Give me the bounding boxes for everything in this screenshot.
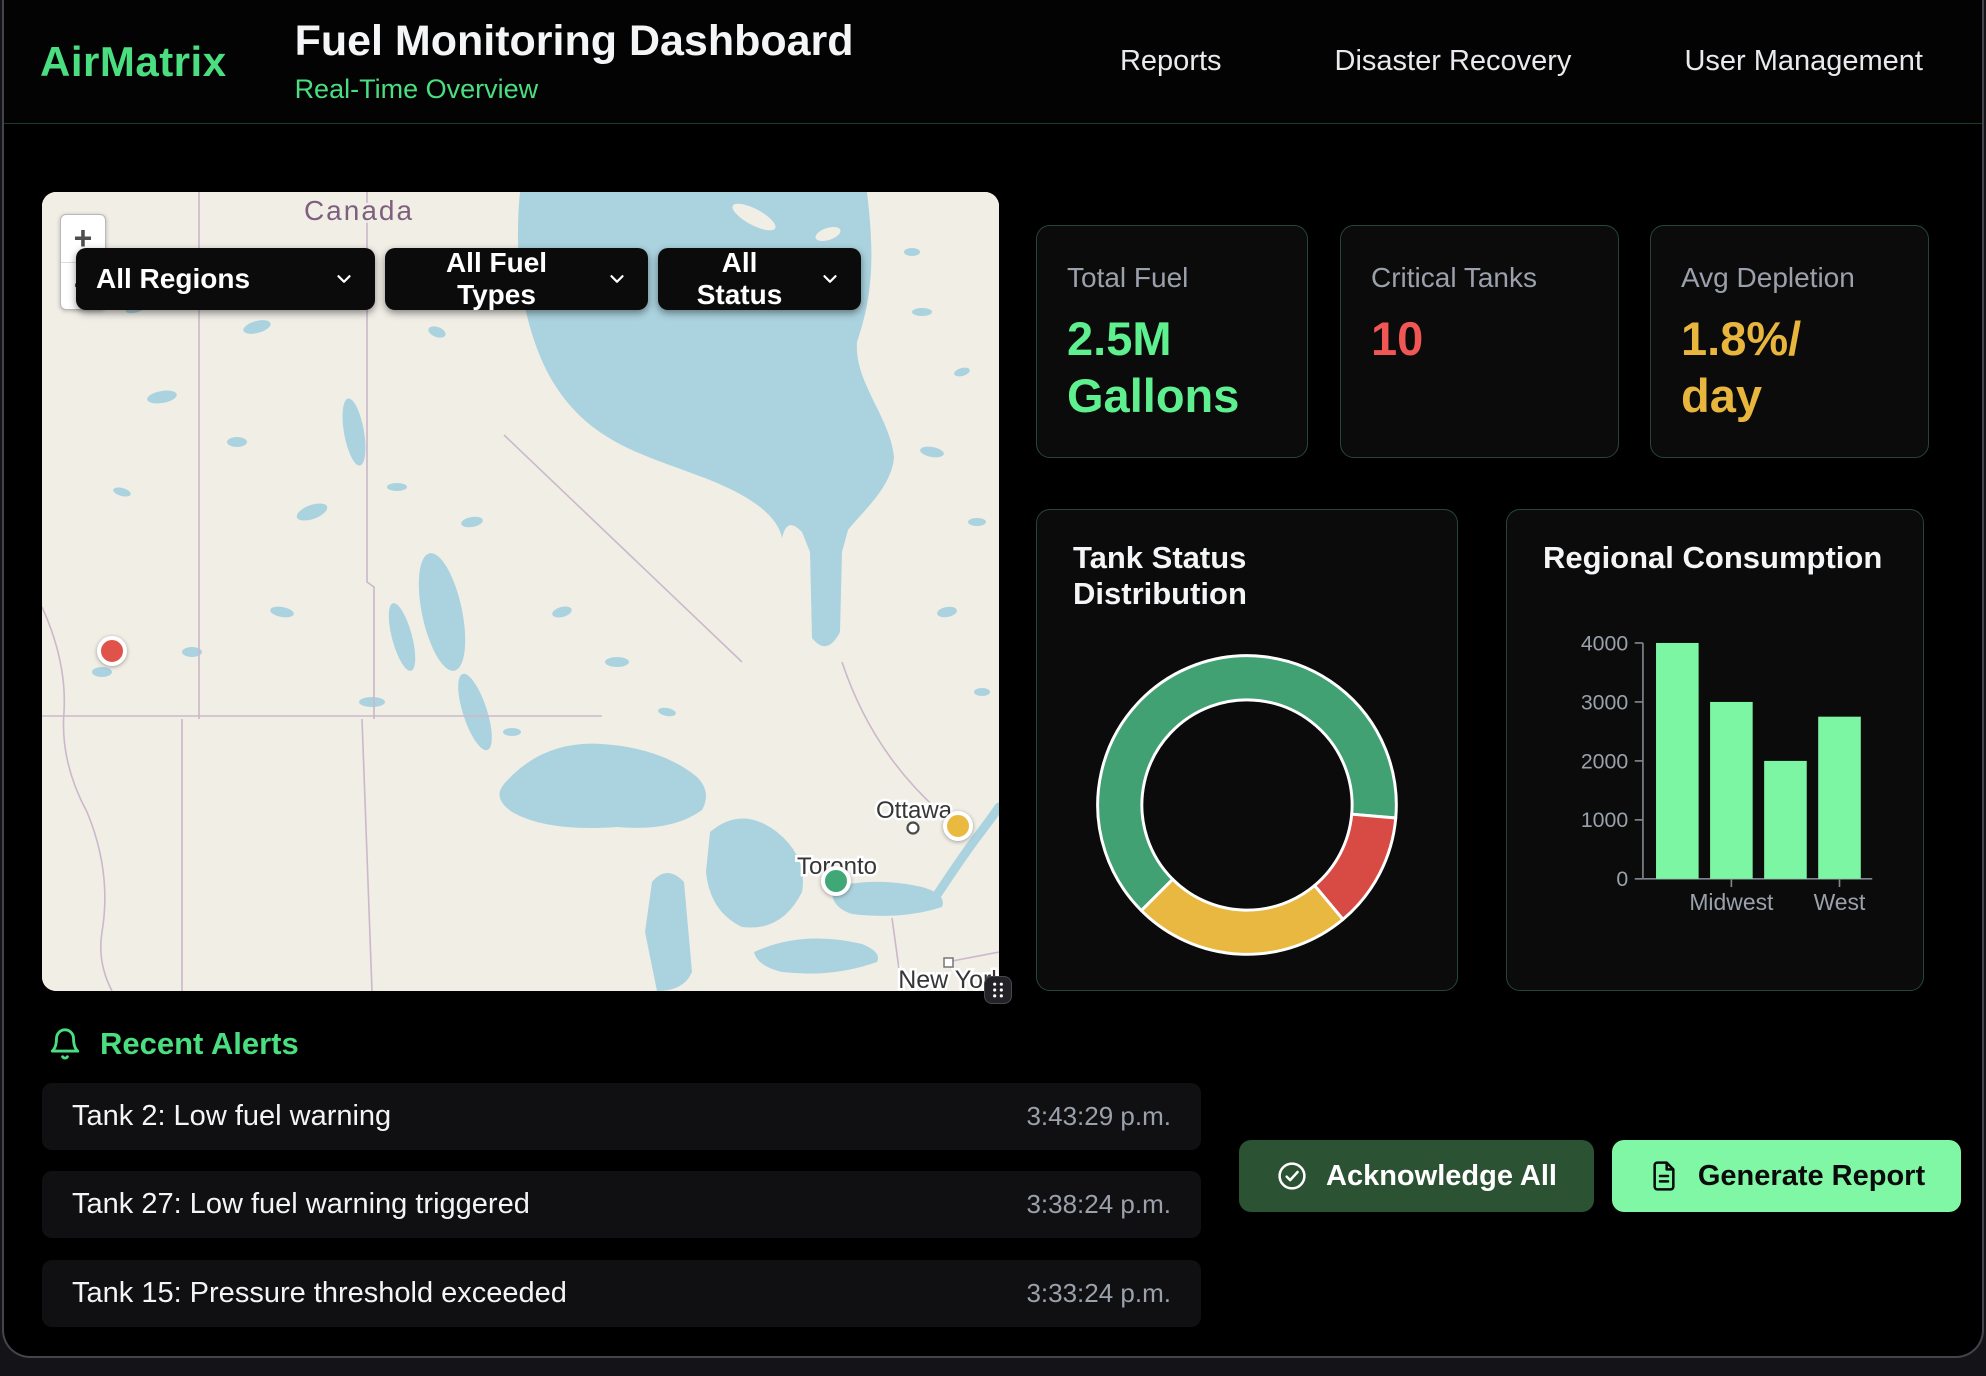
title-block: Fuel Monitoring Dashboard Real-Time Over…	[295, 18, 854, 104]
region-filter-label: All Regions	[96, 263, 250, 295]
y-tick-label: 4000	[1581, 631, 1628, 655]
bar-chart-title: Regional Consumption	[1543, 540, 1887, 576]
alert-message: Tank 2: Low fuel warning	[72, 1100, 391, 1133]
status-filter-dropdown[interactable]: All Status	[658, 248, 861, 310]
header: AirMatrix Fuel Monitoring Dashboard Real…	[4, 0, 1982, 124]
acknowledge-all-button[interactable]: Acknowledge All	[1239, 1140, 1594, 1212]
stat-card-total-fuel: Total Fuel 2.5MGallons	[1036, 225, 1308, 458]
alert-message: Tank 15: Pressure threshold exceeded	[72, 1277, 567, 1310]
stat-value: 10	[1371, 310, 1588, 367]
stat-label: Avg Depletion	[1681, 262, 1898, 294]
x-tick-label: West	[1814, 889, 1866, 915]
fuel-type-filter-dropdown[interactable]: All Fuel Types	[385, 248, 648, 310]
acknowledge-all-label: Acknowledge All	[1326, 1160, 1557, 1193]
marker-layer	[42, 192, 999, 991]
tank-map[interactable]: Canada Ottawa Toronto New York + − All R…	[42, 192, 999, 991]
bar-chart: 0 1000 2000 3000 4000 Midwest West	[1543, 580, 1887, 950]
nav-item-reports[interactable]: Reports	[1120, 45, 1222, 78]
generate-report-label: Generate Report	[1698, 1160, 1925, 1193]
generate-report-button[interactable]: Generate Report	[1612, 1140, 1961, 1212]
app-window: AirMatrix Fuel Monitoring Dashboard Real…	[2, 0, 1984, 1358]
alerts-header: Recent Alerts	[48, 1026, 299, 1062]
alert-row: Tank 2: Low fuel warning 3:43:29 p.m.	[42, 1083, 1201, 1150]
stat-value: 1.8%/day	[1681, 310, 1898, 425]
alert-message: Tank 27: Low fuel warning triggered	[72, 1188, 530, 1221]
alert-row: Tank 27: Low fuel warning triggered 3:38…	[42, 1171, 1201, 1238]
status-filter-label: All Status	[678, 247, 801, 311]
app-logo: AirMatrix	[40, 38, 227, 86]
fuel-type-filter-label: All Fuel Types	[405, 247, 588, 311]
chevron-down-icon	[333, 268, 355, 290]
nav-item-disaster-recovery[interactable]: Disaster Recovery	[1335, 45, 1572, 78]
stat-label: Total Fuel	[1067, 262, 1277, 294]
page-title: Fuel Monitoring Dashboard	[295, 18, 854, 65]
y-tick-label: 1000	[1581, 808, 1628, 832]
grip-dots-icon	[988, 979, 1008, 1001]
donut-segment-yellow	[1141, 879, 1343, 954]
y-tick-label: 3000	[1581, 690, 1628, 714]
alerts-title: Recent Alerts	[100, 1026, 299, 1062]
y-tick-label: 2000	[1581, 749, 1628, 773]
bar-0	[1656, 643, 1699, 879]
alert-time: 3:43:29 p.m.	[1026, 1101, 1171, 1132]
donut-chart-title: Tank Status Distribution	[1073, 540, 1421, 612]
bar-2	[1764, 761, 1807, 879]
tank-marker[interactable]	[821, 866, 851, 896]
y-tick-label: 0	[1616, 867, 1628, 891]
alert-time: 3:38:24 p.m.	[1026, 1189, 1171, 1220]
chevron-down-icon	[819, 268, 841, 290]
alert-row: Tank 15: Pressure threshold exceeded 3:3…	[42, 1260, 1201, 1327]
bell-icon	[48, 1027, 82, 1061]
nav-item-user-management[interactable]: User Management	[1684, 45, 1923, 78]
stat-label: Critical Tanks	[1371, 262, 1588, 294]
tank-marker[interactable]	[943, 811, 973, 841]
report-file-icon	[1648, 1160, 1680, 1192]
stat-card-critical-tanks: Critical Tanks 10	[1340, 225, 1619, 458]
bar-1	[1710, 702, 1753, 879]
page-subtitle: Real-Time Overview	[295, 74, 854, 105]
stat-value: 2.5MGallons	[1067, 310, 1277, 425]
stat-card-avg-depletion: Avg Depletion 1.8%/day	[1650, 225, 1929, 458]
map-filter-bar: All Regions All Fuel Types All Status	[76, 248, 861, 310]
region-filter-dropdown[interactable]: All Regions	[76, 248, 375, 310]
resize-grip-handle[interactable]	[984, 976, 1012, 1004]
main-nav: Reports Disaster Recovery User Managemen…	[1120, 45, 1923, 78]
bar-3	[1818, 717, 1861, 879]
tank-status-chart-card: Tank Status Distribution	[1036, 509, 1458, 991]
regional-consumption-chart-card: Regional Consumption 0 1000 2000 3000 4000 Mi…	[1506, 509, 1924, 991]
alert-time: 3:33:24 p.m.	[1026, 1278, 1171, 1309]
donut-chart	[1073, 638, 1421, 972]
tank-marker[interactable]	[97, 636, 127, 666]
chevron-down-icon	[606, 268, 628, 290]
x-tick-label: Midwest	[1689, 889, 1774, 915]
donut-chart-canvas	[1080, 638, 1414, 972]
check-circle-icon	[1276, 1160, 1308, 1192]
bar-chart-canvas: 0 1000 2000 3000 4000 Midwest West	[1543, 580, 1887, 950]
